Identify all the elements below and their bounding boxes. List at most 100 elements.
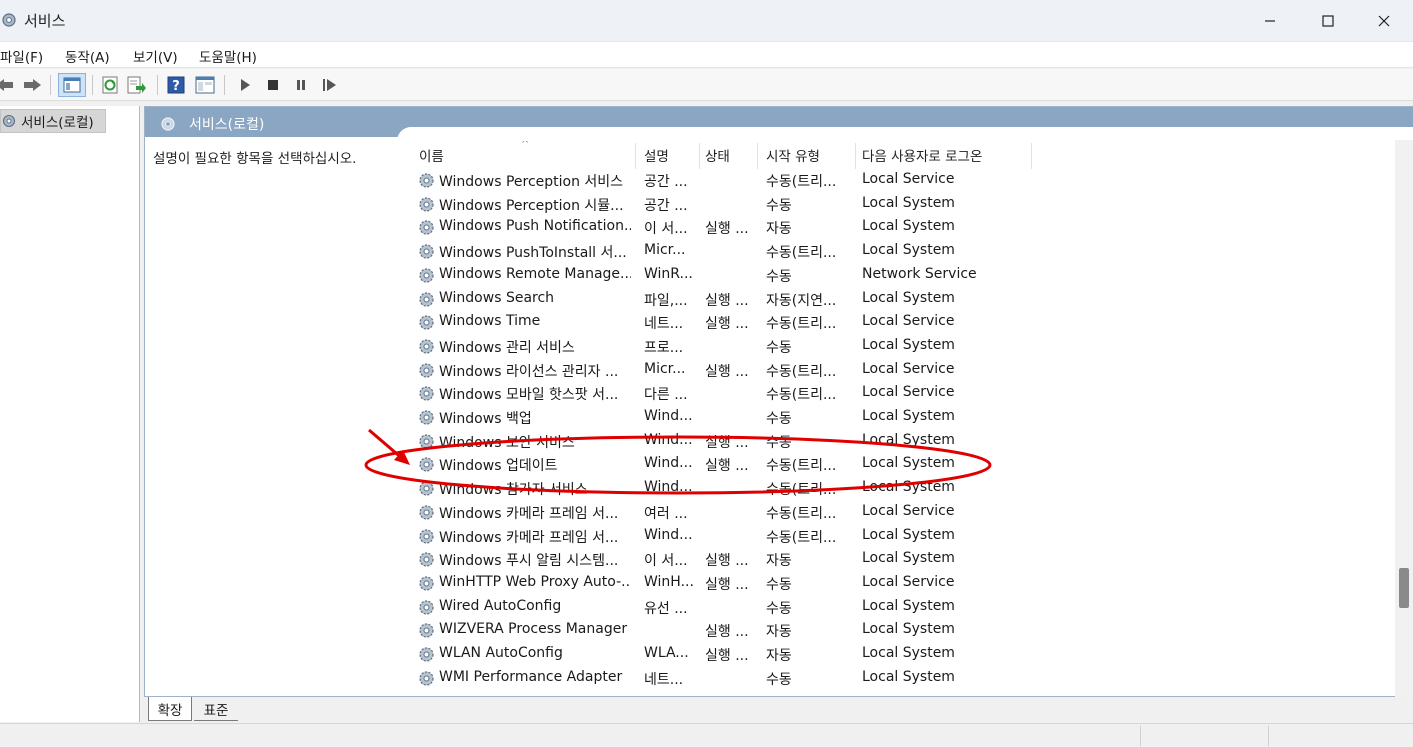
service-logon-cell: Local Service [862, 573, 955, 590]
table-row[interactable]: Windows Remote Manage... WinR... 수동 Network… [415, 264, 1395, 288]
table-row[interactable]: WinHTTP Web Proxy Auto-... WinH... 실행 ... 수… [415, 572, 1395, 596]
service-desc-cell: 네트... [644, 316, 684, 333]
column-header-description[interactable]: 설명 [640, 141, 702, 169]
service-gear-icon [419, 386, 434, 401]
pause-service-button[interactable] [290, 74, 312, 96]
scrollbar-thumb[interactable] [1399, 568, 1409, 608]
service-startup-cell: 자동 [766, 648, 792, 664]
service-logon-cell: Local System [862, 526, 955, 543]
service-desc-cell: 다른 ... [644, 387, 688, 404]
restart-service-button[interactable] [319, 74, 341, 96]
table-row[interactable]: WLAN AutoConfig WLA... 실행 ... 자동 Local Syste… [415, 643, 1395, 667]
service-gear-icon [419, 410, 434, 425]
table-row[interactable]: Windows Search 파일,... 실행 ... 자동(지연... Local … [415, 288, 1395, 312]
service-gear-icon [419, 647, 434, 662]
service-desc-cell: 프로... [644, 339, 684, 356]
service-startup-cell: 수동(트리... [766, 316, 837, 333]
maximize-icon [1322, 15, 1334, 27]
status-bar [0, 723, 1413, 747]
service-gear-icon [419, 481, 434, 496]
refresh-button[interactable] [99, 74, 121, 96]
service-desc-cell: Micr... [644, 242, 686, 259]
service-startup-cell: 수동(트리... [766, 482, 837, 499]
title-bar: 서비스 [0, 0, 1413, 42]
table-row[interactable]: Windows Perception 서비스 공간 ... 수동(트리... Loca… [415, 169, 1395, 193]
service-name-cell: Windows Time [439, 313, 541, 330]
service-status-cell: 실행 ... [705, 624, 749, 641]
minimize-icon [1265, 20, 1275, 22]
help-icon: ? [167, 76, 185, 94]
column-separator [855, 143, 856, 169]
service-name-cell: Windows 보안 서비스 [439, 434, 575, 451]
service-desc-cell: Wind... [644, 431, 693, 448]
table-row[interactable]: Windows Push Notification... 이 서... 실행 ...… [415, 216, 1395, 240]
export-list-button[interactable] [126, 74, 148, 96]
service-status-cell: 실행 ... [705, 648, 749, 664]
service-startup-cell: 수동(트리... [766, 387, 837, 404]
vertical-scrollbar[interactable] [1395, 140, 1413, 697]
table-row[interactable]: Windows PushToInstall 서... Micr... 수동(트리..… [415, 240, 1395, 264]
minimize-button[interactable] [1241, 0, 1299, 42]
service-gear-icon [419, 599, 434, 615]
service-status-cell: 실행 ... [705, 553, 749, 570]
table-row[interactable]: Windows 카메라 프레임 서... 여러 ... 수동(트리... Local … [415, 501, 1395, 525]
service-name-cell: Windows Perception 시뮬... [439, 197, 624, 214]
table-row[interactable]: Windows 푸시 알림 시스템... 이 서... 실행 ... 자동 Local … [415, 548, 1395, 572]
console-tree-icon [63, 77, 81, 93]
service-name-cell: WMI Performance Adapter [439, 668, 623, 685]
menu-file[interactable]: 파일(F) [0, 46, 43, 66]
status-separator [1268, 726, 1269, 746]
column-header-name[interactable]: 이름 [415, 141, 635, 169]
column-separator [699, 143, 700, 169]
service-logon-cell: Local System [862, 431, 955, 448]
table-row[interactable]: Windows 업데이트 Wind... 실행 ... 수동(트리... Local S… [415, 453, 1395, 477]
service-gear-icon [419, 339, 434, 354]
service-desc-cell: Wind... [644, 479, 693, 496]
service-name-cell: Windows 관리 서비스 [439, 339, 575, 356]
maximize-button[interactable] [1299, 0, 1357, 42]
table-row[interactable]: Windows 참가자 서비스 Wind... 수동(트리... Local Syst… [415, 477, 1395, 501]
help-button[interactable]: ? [165, 74, 187, 96]
table-row[interactable]: Windows 모바일 핫스팟 서... 다른 ... 수동(트리... Local … [415, 382, 1395, 406]
table-row[interactable]: Wired AutoConfig 유선 ... 수동 Local System [415, 596, 1395, 620]
forward-button[interactable] [21, 74, 43, 96]
service-desc-cell: 네트... [644, 671, 684, 688]
table-row[interactable]: Windows Time 네트... 실행 ... 수동(트리... Local Ser… [415, 311, 1395, 335]
service-logon-cell: Local System [862, 408, 955, 424]
stop-service-button[interactable] [262, 74, 284, 96]
column-header-status[interactable]: 상태 [701, 141, 759, 169]
table-row[interactable]: Windows 관리 서비스 프로... 수동 Local System [415, 335, 1395, 359]
column-header-startup-type[interactable]: 시작 유형 [762, 141, 857, 169]
table-row[interactable]: WMI Performance Adapter 네트... 수동 Local Syst… [415, 667, 1395, 691]
service-gear-icon [419, 576, 434, 591]
column-header-logon-as[interactable]: 다음 사용자로 로그온 [858, 141, 1033, 169]
service-name-cell: Windows 업데이트 [439, 458, 558, 475]
table-row[interactable]: Windows 라이선스 관리자 ... Micr... 실행 ... 수동(트리..… [415, 359, 1395, 383]
toolbar-separator [157, 75, 158, 95]
properties-button[interactable] [194, 74, 216, 96]
table-row[interactable]: WIZVERA Process Manager ... 실행 ... 자동 Local… [415, 619, 1395, 643]
service-gear-icon [419, 528, 434, 544]
table-row[interactable]: Windows 백업 Wind... 수동 Local System [415, 406, 1395, 430]
table-row[interactable]: Windows 카메라 프레임 서... Wind... 수동(트리... Local… [415, 525, 1395, 549]
service-name-cell: Windows 라이선스 관리자 ... [439, 363, 619, 380]
service-name-cell: Windows Push Notification... [439, 218, 631, 235]
tab-extended[interactable]: 확장 [148, 697, 192, 721]
table-row[interactable]: Windows Perception 시뮬... 공간 ... 수동 Local Sy… [415, 193, 1395, 217]
service-logon-cell: Local System [862, 289, 955, 306]
service-startup-cell: 수동 [766, 671, 792, 688]
table-row[interactable]: Windows 보안 서비스 Wind... 실행 ... 수동 Local Syste… [415, 430, 1395, 454]
back-button[interactable] [0, 74, 16, 96]
tree-node-services-local[interactable]: 서비스(로컬) [0, 109, 106, 133]
services-list[interactable]: ^ 이름 설명 상태 시작 유형 다음 사용자로 로그온 Windows Per… [415, 141, 1395, 696]
close-button[interactable] [1355, 0, 1413, 42]
menu-action[interactable]: 동작(A) [65, 46, 110, 66]
start-service-button[interactable] [234, 74, 256, 96]
service-logon-cell: Local Service [862, 384, 955, 401]
menu-view[interactable]: 보기(V) [133, 46, 178, 66]
service-desc-cell: Wind... [644, 455, 693, 472]
back-icon [0, 79, 13, 91]
console-tree-button[interactable] [58, 73, 86, 97]
menu-help[interactable]: 도움말(H) [199, 46, 257, 66]
tab-standard[interactable]: 표준 [194, 697, 238, 721]
